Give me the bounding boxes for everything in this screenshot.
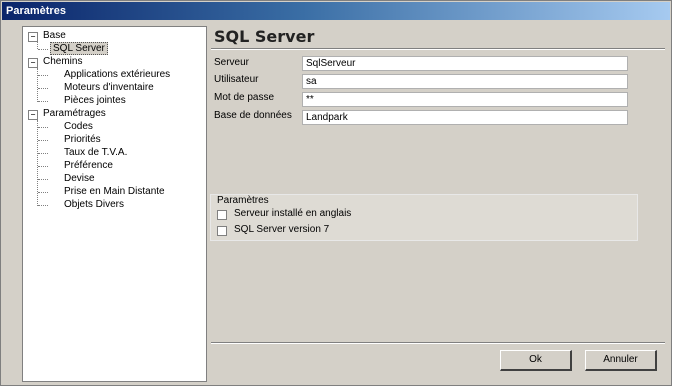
tree-item-base[interactable]: Base xyxy=(43,29,66,42)
collapse-base-icon[interactable]: − xyxy=(28,32,38,42)
sql-server-7-checkbox[interactable] xyxy=(217,226,227,236)
tree-item-parametrages[interactable]: Paramétrages xyxy=(43,107,106,120)
utilisateur-label: Utilisateur xyxy=(214,74,259,85)
collapse-chemins-icon[interactable]: − xyxy=(28,58,38,68)
tree-item-pieces-jointes[interactable]: Pièces jointes xyxy=(64,94,126,107)
mot-de-passe-input[interactable] xyxy=(302,92,628,107)
settings-tree[interactable]: − Base SQL Server − Chemins Applications… xyxy=(22,26,207,382)
annuler-button[interactable]: Annuler xyxy=(585,350,657,371)
tree-item-codes[interactable]: Codes xyxy=(64,120,93,133)
serveur-label: Serveur xyxy=(214,57,250,68)
sql-server-7-label[interactable]: SQL Server version 7 xyxy=(234,224,329,236)
base-de-donnees-label: Base de données xyxy=(214,110,292,121)
utilisateur-input[interactable] xyxy=(302,74,628,89)
mot-de-passe-label: Mot de passe xyxy=(214,92,275,103)
title-divider xyxy=(211,48,665,50)
collapse-parametrages-icon[interactable]: − xyxy=(28,110,38,120)
tree-item-prise-en-main-distante[interactable]: Prise en Main Distante xyxy=(64,185,165,198)
tree-item-objets-divers[interactable]: Objets Divers xyxy=(64,198,124,211)
tree-item-moteurs-inventaire[interactable]: Moteurs d'inventaire xyxy=(64,81,154,94)
settings-window: Paramètres − Base SQL Server − Chemins A… xyxy=(0,0,672,386)
base-de-donnees-input[interactable] xyxy=(302,110,628,125)
ok-button[interactable]: Ok xyxy=(500,350,572,371)
panel-title: SQL Server xyxy=(214,27,315,46)
tree-item-devise[interactable]: Devise xyxy=(64,172,95,185)
tree-item-chemins[interactable]: Chemins xyxy=(43,55,82,68)
tree-item-sql-server-label: SQL Server xyxy=(50,42,108,55)
serveur-anglais-checkbox[interactable] xyxy=(217,210,227,220)
tree-item-sql-server[interactable]: SQL Server xyxy=(50,42,108,55)
tree-item-preference[interactable]: Préférence xyxy=(64,159,113,172)
serveur-input[interactable] xyxy=(302,56,628,71)
window-title: Paramètres xyxy=(2,2,670,20)
button-divider xyxy=(211,342,665,344)
serveur-anglais-label[interactable]: Serveur installé en anglais xyxy=(234,208,351,220)
tree-item-taux-tva[interactable]: Taux de T.V.A. xyxy=(64,146,127,159)
tree-item-applications-exterieures[interactable]: Applications extérieures xyxy=(64,68,170,81)
tree-item-priorites[interactable]: Priorités xyxy=(64,133,101,146)
parametres-legend: Paramètres xyxy=(217,195,269,206)
